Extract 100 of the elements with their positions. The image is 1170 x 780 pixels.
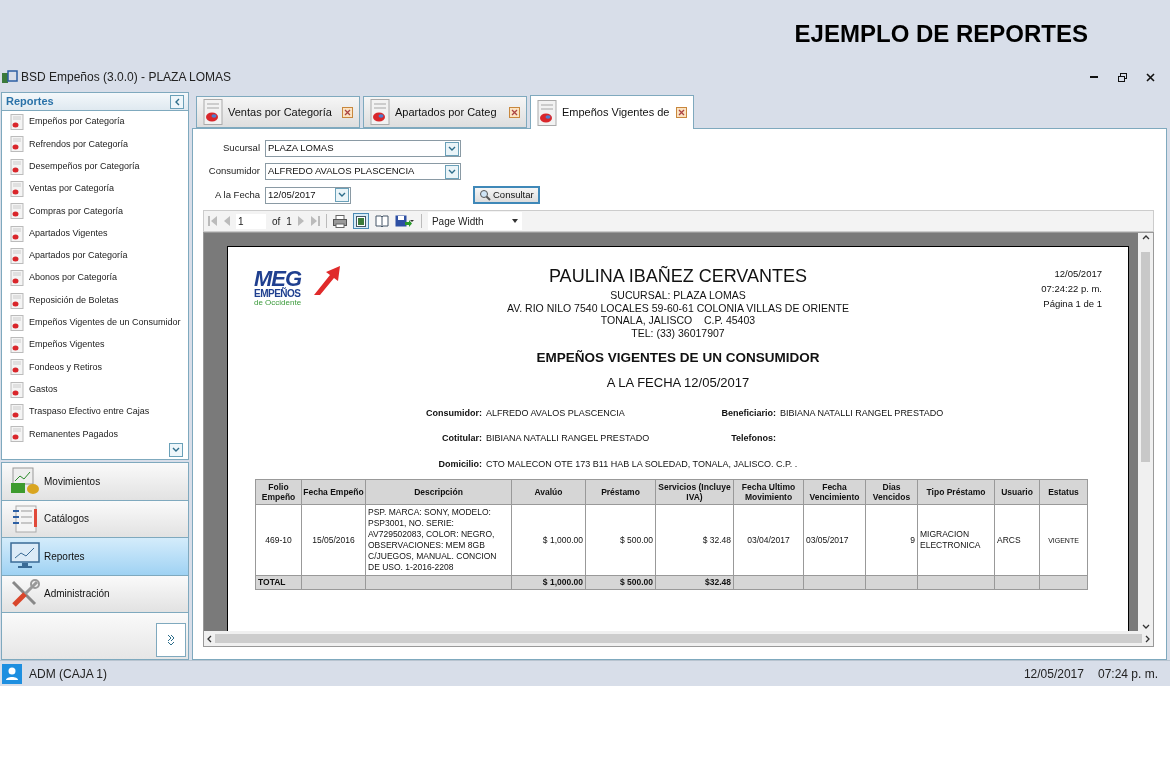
zoom-dropdown[interactable]: Page Width	[427, 212, 522, 230]
monitor-chart-icon	[10, 542, 40, 571]
report-icon	[10, 225, 24, 242]
field-label: Consumidor	[207, 164, 260, 179]
print-time: 07:24:22 p. m.	[1041, 282, 1102, 296]
app-logo-icon	[2, 70, 18, 84]
combo-box[interactable]: ALFREDO AVALOS PLASCENCIA	[265, 163, 461, 180]
minimize-icon	[1090, 75, 1098, 79]
report-list-item[interactable]: Empeños Vigentes de un Consumidor	[2, 311, 188, 334]
scroll-down-button[interactable]	[169, 443, 183, 457]
report-list-item[interactable]: Remanentes Pagados	[2, 423, 188, 446]
report-icon	[10, 426, 24, 443]
chevron-down-icon	[338, 192, 346, 198]
close-tab-button[interactable]	[676, 107, 687, 118]
report-icon	[203, 99, 223, 125]
report-icon	[10, 158, 24, 175]
table-cell: ARCS	[994, 504, 1040, 576]
dropdown-button[interactable]	[335, 188, 349, 202]
close-tab-button[interactable]	[509, 106, 520, 118]
close-icon	[344, 108, 351, 116]
status-time: 07:24 p. m.	[1097, 665, 1158, 683]
report-list-item[interactable]: Empeños Vigentes	[2, 333, 188, 357]
dropdown-button[interactable]	[445, 164, 459, 179]
chevron-left-icon	[207, 634, 212, 643]
close-icon	[1145, 72, 1155, 82]
info-value: ALFREDO AVALOS PLASCENCIA	[486, 407, 625, 418]
report-list-item[interactable]: Gastos	[2, 378, 188, 401]
column-header: Fecha Vencimiento	[803, 479, 866, 505]
info-value: BIBIANA NATALLI RANGEL PRESTADO	[780, 407, 944, 418]
info-label: Consumidor:	[425, 406, 483, 420]
report-list-item[interactable]: Compras por Categoría	[2, 200, 188, 223]
company-name: PAULINA IBAÑEZ CERVANTES	[548, 265, 808, 287]
dropdown-button[interactable]	[445, 141, 459, 156]
window-title: BSD Empeños (3.0.0) - PLAZA LOMAS	[21, 69, 232, 86]
caret-icon	[511, 219, 518, 223]
print-icon[interactable]	[332, 214, 347, 228]
report-list-item[interactable]: Refrendos por Categoría	[2, 133, 188, 156]
list-icon	[10, 504, 40, 533]
column-header: Fecha Empeño	[301, 479, 366, 505]
restore-icon	[1117, 72, 1127, 82]
combo-box[interactable]: PLAZA LOMAS	[265, 140, 461, 157]
table-cell: MIGRACION ELECTRONICA	[917, 504, 995, 576]
column-header: Préstamo	[585, 479, 656, 505]
report-list-item[interactable]: Abonos por Categoría	[2, 267, 188, 290]
save-icon[interactable]	[394, 214, 415, 228]
table-cell: 03/04/2017	[733, 504, 804, 576]
double-chevron-icon	[167, 634, 175, 646]
table-cell: $ 500.00	[585, 504, 656, 576]
page-number-field[interactable]: 1	[236, 213, 266, 229]
column-header: Avalúo	[511, 479, 586, 505]
report-list-item[interactable]: Empeños por Categoría	[2, 111, 188, 134]
column-header: Dias Vencidos	[865, 479, 918, 505]
user-icon	[2, 663, 22, 684]
collapse-button[interactable]	[170, 94, 184, 109]
report-tab[interactable]: Apartados por Categ	[363, 96, 527, 128]
report-tab[interactable]: Empeños Vigentes de	[530, 95, 694, 129]
report-icon	[10, 114, 24, 131]
report-list-item[interactable]: Apartados Vigentes	[2, 222, 188, 245]
address-line: TEL: (33) 36017907	[631, 326, 725, 339]
address-line: SUCURSAL: PLAZA LOMAS	[610, 289, 746, 302]
column-header: Usuario	[994, 479, 1040, 505]
report-icon	[10, 270, 24, 287]
report-icon	[10, 337, 24, 354]
page-layout-button[interactable]	[352, 213, 369, 229]
total-cell: $32.48	[705, 577, 731, 588]
column-header: Estatus	[1039, 479, 1088, 505]
table-cell: 469-10	[255, 504, 302, 576]
report-list-item[interactable]: Apartados por Categoría	[2, 244, 188, 268]
report-title: EMPEÑOS VIGENTES DE UN CONSUMIDOR	[536, 349, 820, 367]
report-list-item[interactable]: Reposición de Boletas	[2, 289, 188, 312]
vertical-scrollbar[interactable]	[1138, 233, 1153, 631]
table-cell: PSP. MARCA: SONY, MODELO: PSP3001, NO. SERIE: AV729502083, COLOR: NEGRO, OBSERVACIONES: MEM 8GB C/JUEGOS, MANUAL. CONCION DE USO. 1-2016-2208	[365, 504, 512, 576]
book-icon[interactable]	[374, 215, 389, 227]
report-list-item[interactable]: Ventas por Categoría	[2, 177, 188, 201]
close-tab-button[interactable]	[342, 106, 353, 118]
company-logo: MEG EMPEÑOS de Occidente	[254, 269, 350, 313]
horizontal-scrollbar[interactable]	[204, 631, 1153, 646]
close-icon	[678, 109, 685, 116]
section-button[interactable]: Administración	[1, 574, 189, 613]
report-list-item[interactable]: Desempeños por Categoría	[2, 155, 188, 178]
section-button[interactable]: Movimientos	[1, 462, 189, 501]
report-subtitle: A LA FECHA 12/05/2017	[606, 374, 750, 393]
address-line: AV. RIO NILO 7540 LOCALES 59-60-61 COLONIA VILLAS DE ORIENTE	[507, 301, 849, 314]
total-cell: TOTAL	[258, 577, 286, 588]
section-button[interactable]: Catálogos	[1, 499, 189, 538]
consultar-button[interactable]: Consultar	[473, 186, 540, 204]
section-button[interactable]: Reportes	[1, 537, 189, 576]
info-value: BIBIANA NATALLI RANGEL PRESTADO	[486, 433, 650, 444]
table-cell: $ 32.48	[655, 504, 734, 576]
chevron-right-icon	[1145, 634, 1150, 643]
report-list-item[interactable]: Fondeos y Retiros	[2, 356, 188, 379]
report-icon	[10, 136, 24, 153]
date-field[interactable]: 12/05/2017	[265, 186, 351, 204]
page-icon	[355, 215, 366, 227]
info-label: Cotitular:	[441, 432, 483, 446]
report-list-item[interactable]: Traspaso Efectivo entre Cajas	[2, 400, 188, 424]
report-tab[interactable]: Ventas por Categoría	[196, 96, 360, 128]
info-value: CTO MALECON OTE 173 B11 HAB LA SOLEDAD, TONALA, JALISCO. C.P. .	[486, 458, 798, 469]
chevron-down-icon	[448, 145, 456, 152]
column-header: Tipo Préstamo	[917, 479, 995, 505]
